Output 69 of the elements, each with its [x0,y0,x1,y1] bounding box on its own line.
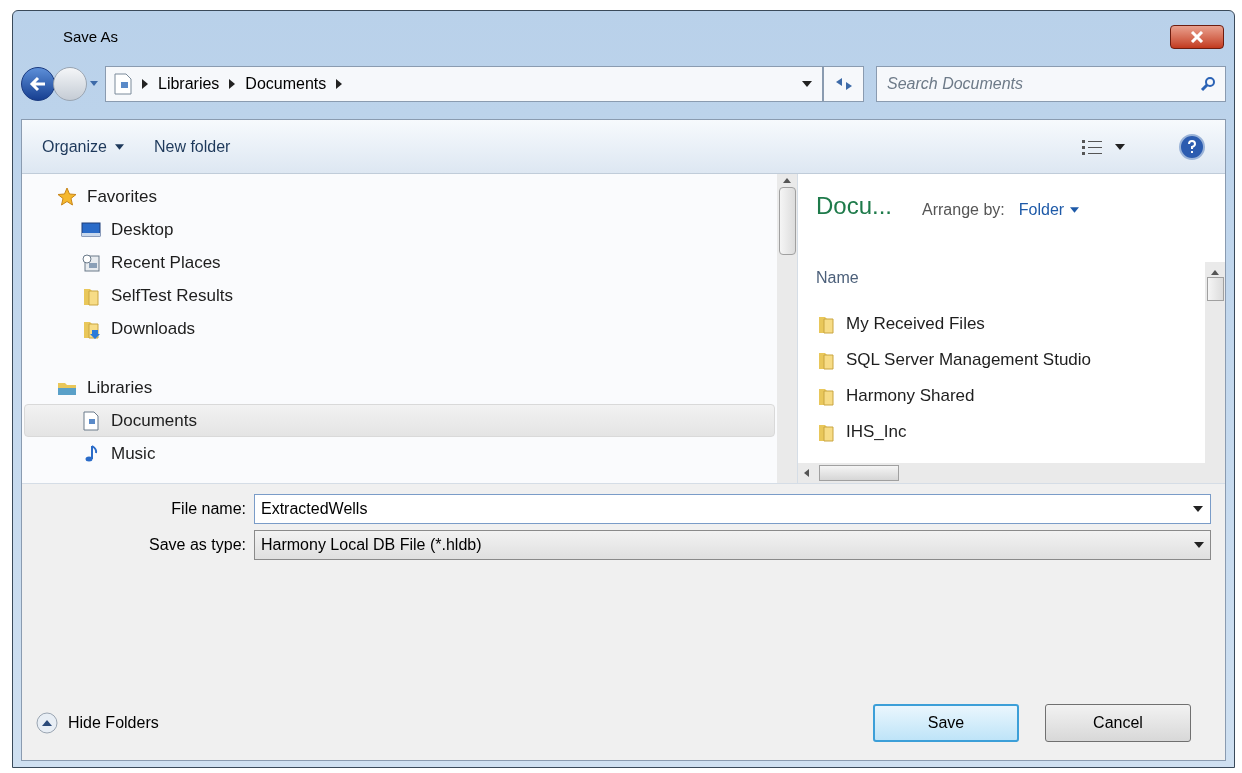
arrange-label: Arrange by: [922,200,1005,220]
breadcrumb-arrow-icon[interactable] [336,79,343,89]
back-button[interactable] [21,67,55,101]
nav-item[interactable]: SelfTest Results [24,279,775,312]
caret-icon [1070,207,1080,213]
nav-item[interactable]: Downloads [24,312,775,345]
hide-folders-button[interactable]: Hide Folders [36,711,159,735]
star-icon [57,186,77,207]
close-button[interactable] [1170,25,1224,49]
save-type-dropdown[interactable]: Harmony Local DB File (*.hldb) [254,530,1211,560]
scroll-thumb[interactable] [819,465,899,481]
address-bar[interactable]: Libraries Documents [105,66,824,102]
breadcrumb-arrow-icon[interactable] [142,79,148,89]
address-dropdown-icon[interactable] [802,81,812,87]
nav-group-header[interactable]: Favorites [24,180,775,213]
caret-icon [1115,143,1125,150]
nav-item[interactable]: Music [24,437,775,470]
new-folder-button[interactable]: New folder [153,134,231,159]
close-icon [1190,31,1204,43]
file-list-item[interactable]: Harmony Shared [816,378,1205,414]
search-icon[interactable] [1200,76,1216,92]
dialog-button[interactable]: Cancel [1045,704,1191,742]
file-list-item[interactable]: My Received Files [816,306,1205,342]
scroll-left-icon[interactable] [804,469,809,477]
nav-item[interactable]: Documents [24,404,775,437]
file-list-item[interactable]: SQL Server Management Studio [816,342,1205,378]
details-view-icon [1081,137,1103,156]
breadcrumb-item[interactable]: Libraries [158,72,220,96]
scroll-thumb[interactable] [778,187,796,255]
breadcrumb-item[interactable]: Documents [245,72,327,96]
recent-places-icon [81,252,101,273]
file-name-label: File name: [170,499,246,519]
caret-icon [114,143,124,150]
save-type-label: Save as type: [148,535,246,555]
organize-menu[interactable]: Organize [42,134,124,159]
desktop-icon [81,219,101,240]
default-button[interactable]: Save [873,704,1019,742]
history-dropdown-icon[interactable] [89,80,99,88]
folder-icon [816,422,836,442]
arrange-dropdown[interactable]: Folder [1018,198,1080,222]
file-list-scrollbar[interactable] [1205,262,1225,483]
horizontal-scrollbar[interactable] [798,463,1205,483]
question-mark-icon [1187,139,1197,154]
breadcrumb-arrow-icon[interactable] [229,79,236,89]
nav-group-header[interactable]: Libraries [24,371,775,404]
nav-item[interactable]: Recent Places [24,246,775,279]
folder-icon [816,350,836,370]
scroll-thumb[interactable] [1206,277,1224,301]
nav-item[interactable]: Desktop [24,213,775,246]
folder-icon [816,386,836,406]
dropdown-arrow-icon[interactable] [1193,506,1203,512]
scroll-up-icon[interactable] [783,178,791,183]
help-icon[interactable] [1179,133,1205,160]
folder-icon [816,314,836,334]
scrollbar[interactable] [777,174,797,483]
document-icon [81,410,101,431]
view-options-button[interactable] [1081,137,1125,156]
dropdown-arrow-icon [1194,542,1204,548]
file-name-field[interactable]: ExtractedWells [254,494,1211,524]
library-title: Docu... [816,191,893,221]
scroll-up-icon[interactable] [1211,270,1219,275]
column-header[interactable]: Name [798,262,1205,306]
document-icon [114,73,132,95]
back-arrow-icon [29,76,47,92]
search-field[interactable]: Search Documents [876,66,1226,102]
collapse-icon [36,712,58,734]
window-title: Save As [63,26,120,47]
refresh-button[interactable] [824,66,864,102]
file-list-item[interactable]: IHS_Inc [816,414,1205,450]
